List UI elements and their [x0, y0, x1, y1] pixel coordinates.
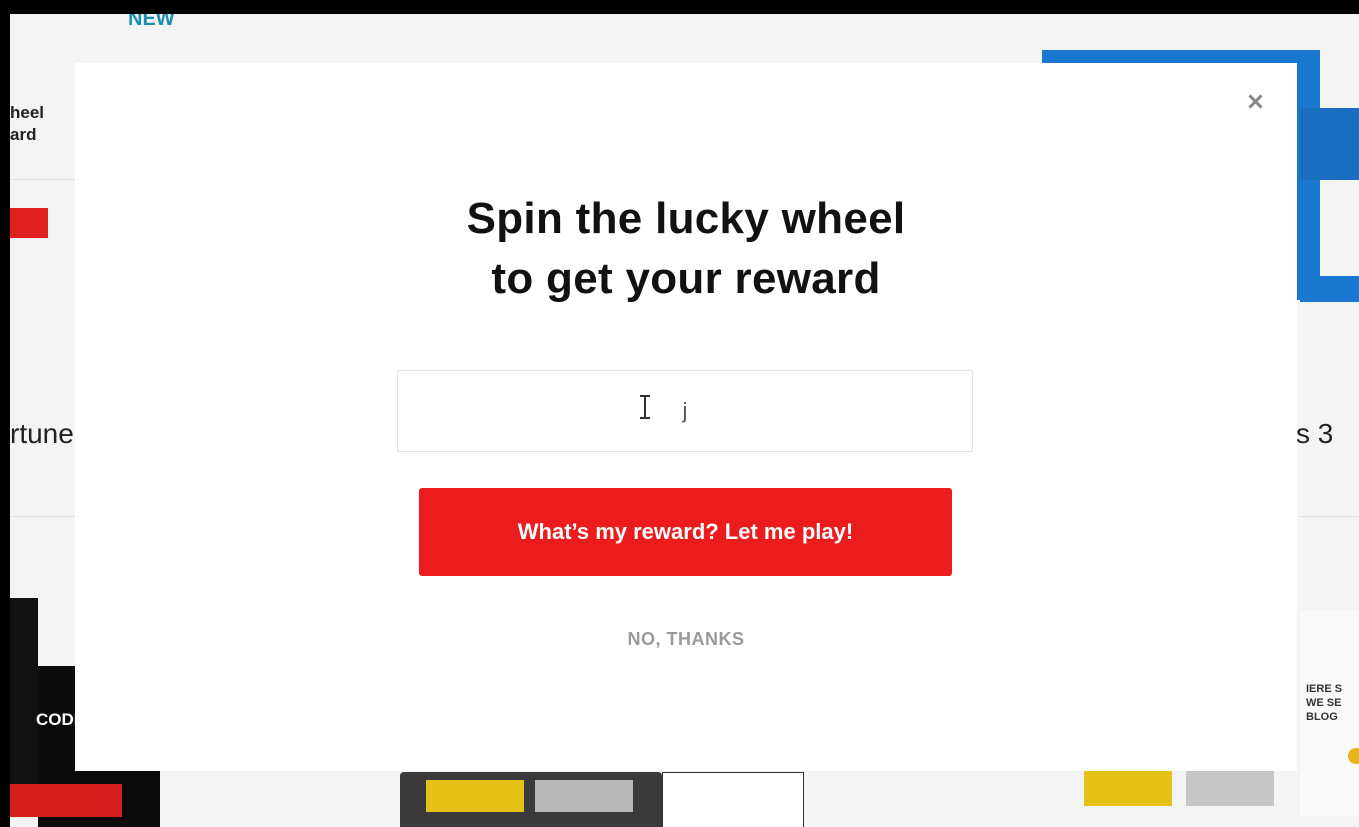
background-left-red-button	[10, 208, 48, 238]
close-icon[interactable]	[1245, 89, 1269, 113]
background-blue-strip	[1300, 276, 1359, 302]
background-form	[662, 772, 804, 827]
background-left-heading: rtune	[10, 418, 74, 449]
background-red-button	[10, 784, 122, 817]
background-right-yellow-button	[1084, 770, 1172, 806]
spin-wheel-modal: Spin the lucky wheel to get your reward …	[75, 63, 1297, 771]
background-left-title: heel ard	[10, 103, 45, 144]
modal-title-line-1: Spin the lucky wheel	[466, 194, 906, 243]
modal-title: Spin the lucky wheel to get your reward	[75, 189, 1297, 309]
background-right-panel-text: IERE S WE SE BLOG	[1306, 683, 1343, 723]
background-right-heading: s 3	[1296, 418, 1334, 449]
modal-title-line-2: to get your reward	[491, 254, 881, 303]
background-yellow-dot	[1348, 748, 1359, 764]
text-cursor-icon	[640, 395, 650, 419]
background-divider	[1300, 516, 1359, 517]
play-button[interactable]: What’s my reward? Let me play!	[419, 488, 952, 576]
background-side-panel	[10, 598, 38, 796]
background-gray-button	[535, 780, 633, 812]
no-thanks-link[interactable]: NO, THANKS	[75, 629, 1297, 650]
background-yellow-button	[426, 780, 524, 812]
background-right-gray-button	[1186, 770, 1274, 806]
background-logo: NEW	[128, 14, 175, 30]
email-input[interactable]	[397, 370, 973, 452]
background-divider	[10, 516, 80, 517]
background-blue-card	[1300, 108, 1359, 180]
